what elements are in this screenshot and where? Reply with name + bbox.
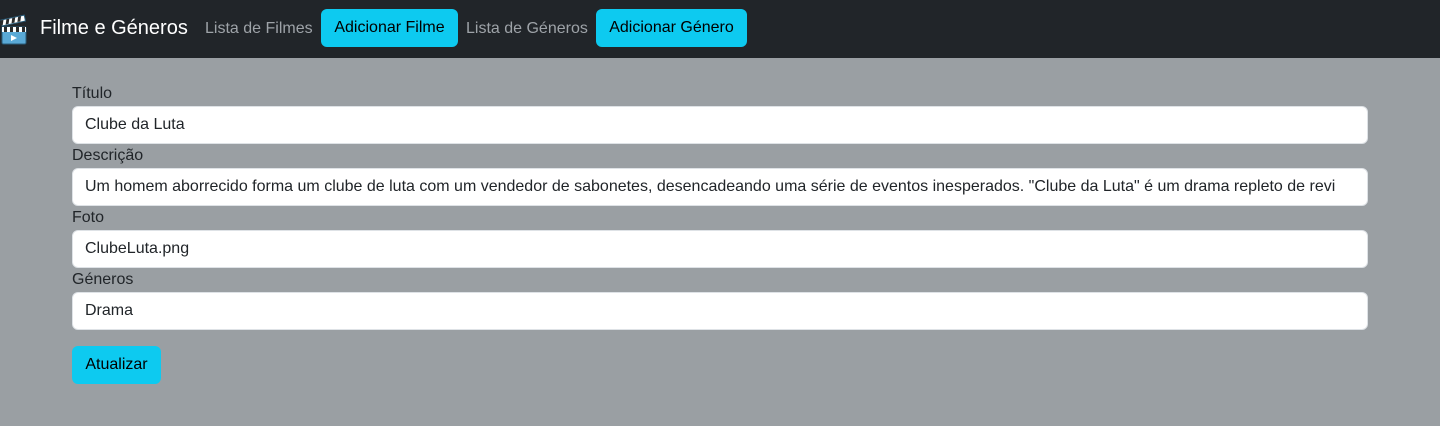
title-label: Título — [72, 85, 113, 102]
photo-input[interactable] — [72, 230, 1368, 268]
photo-label: Foto — [72, 209, 105, 226]
genres-label: Géneros — [72, 271, 134, 288]
description-input[interactable] — [72, 168, 1368, 206]
genres-input[interactable] — [72, 292, 1368, 330]
update-button[interactable]: Atualizar — [72, 346, 161, 384]
navbar: Filme e Géneros Lista de Filmes Adiciona… — [0, 0, 1440, 58]
nav-link-list-films[interactable]: Lista de Filmes — [205, 19, 313, 39]
clapperboard-icon[interactable] — [0, 14, 28, 46]
add-film-button[interactable]: Adicionar Filme — [321, 9, 458, 47]
title-input[interactable] — [72, 106, 1368, 144]
edit-film-form: Título Descrição Foto Géneros — [72, 84, 1368, 332]
nav-link-list-genres[interactable]: Lista de Géneros — [466, 19, 588, 39]
brand-title[interactable]: Filme e Géneros — [40, 16, 188, 40]
add-genre-button[interactable]: Adicionar Género — [596, 9, 747, 47]
description-label: Descrição — [72, 147, 144, 164]
